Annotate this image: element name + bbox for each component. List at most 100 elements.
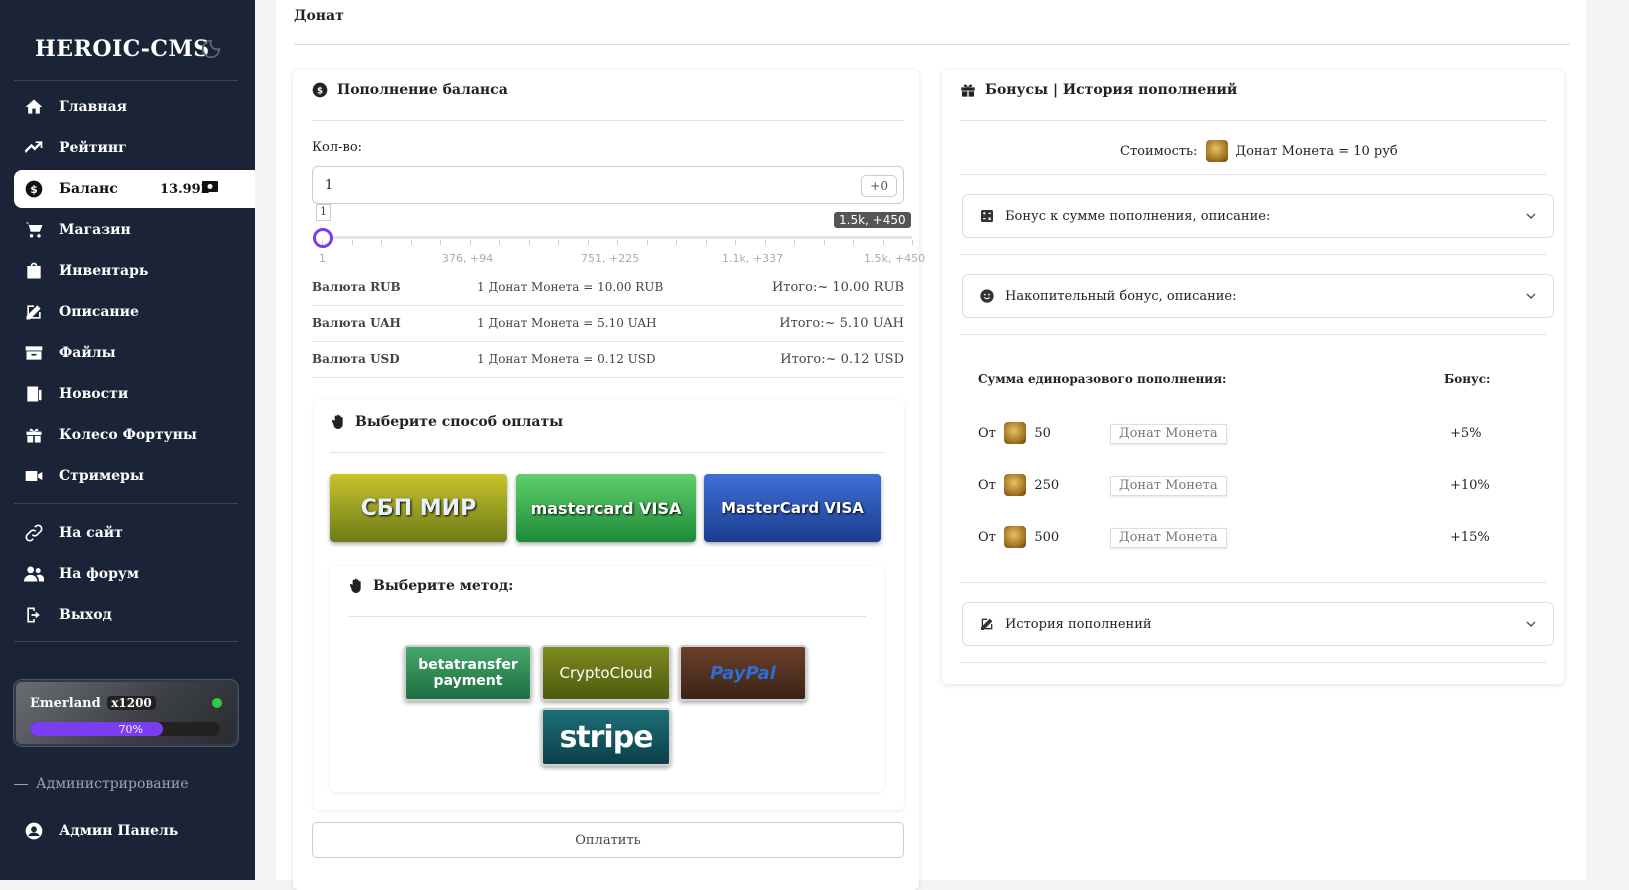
hand-icon — [349, 578, 361, 594]
sidebar-item-label: Главная — [59, 99, 127, 115]
coin-tag: Донат Монета — [1110, 528, 1227, 548]
method-paypal[interactable]: PayPal — [679, 645, 807, 701]
coin-icon — [1004, 422, 1027, 444]
admin-section-heading: Администрирование — [14, 776, 189, 792]
sidebar-link-logout[interactable]: Выход — [14, 596, 254, 634]
slider-tick — [440, 240, 441, 245]
currency-row: Валюта UAH 1 Донат Монета = 5.10 UAH Итого… — [312, 306, 904, 342]
sidebar-link-label: На сайт — [59, 525, 123, 541]
slider-max-label: 1.5k, +450 — [834, 212, 911, 228]
sidebar-item-news[interactable]: Новости — [14, 375, 254, 413]
page-gutter — [1586, 0, 1629, 880]
sidebar-link-forum[interactable]: На форум — [14, 555, 254, 593]
chevron-down-icon — [1526, 621, 1536, 628]
slider-tick-label: 751, +225 — [581, 252, 640, 265]
bonus-row: От 250 — [978, 474, 1059, 496]
amount-slider-track[interactable] — [322, 236, 912, 239]
server-name: Emerland x1200 — [30, 696, 156, 711]
slider-tick-label: 376, +94 — [442, 252, 494, 265]
method-betatransfer[interactable]: betatransfer payment — [404, 645, 532, 701]
server-load-fill: 70% — [30, 722, 163, 736]
chevron-down-icon — [1526, 293, 1536, 300]
link-icon — [23, 522, 45, 544]
bonus-percent: +10% — [1450, 478, 1490, 493]
cart-icon — [23, 219, 45, 241]
smile-icon — [980, 289, 994, 303]
slider-tick — [528, 240, 530, 245]
sidebar-item-rating[interactable]: Рейтинг — [14, 129, 254, 167]
sidebar-item-description[interactable]: Описание — [14, 293, 254, 331]
method-title: Выберите метод: — [348, 578, 513, 594]
sidebar-item-home[interactable]: Главная — [14, 88, 254, 126]
bonus-percent: +15% — [1450, 530, 1490, 545]
bonus-row: От 500 — [978, 526, 1059, 548]
payment-option-visa[interactable]: MasterCard VISA — [704, 474, 881, 542]
sidebar-item-shop[interactable]: Магазин — [14, 211, 254, 249]
slider-value-tip: 1 — [316, 204, 331, 221]
accordion-cumulative-bonus[interactable]: Накопительный бонус, описание: — [962, 274, 1554, 318]
online-indicator — [212, 698, 222, 708]
bonus-row: От 50 — [978, 422, 1051, 444]
method-stripe[interactable]: stripe — [541, 708, 671, 766]
divider — [960, 582, 1546, 583]
coin-icon — [1004, 474, 1027, 496]
bonus-percent: +5% — [1450, 426, 1482, 441]
server-card[interactable]: Emerland x1200 70% — [14, 680, 238, 746]
payment-title: Выберите способ оплаты — [330, 414, 563, 430]
sidebar-item-streamers[interactable]: Стримеры — [14, 457, 254, 495]
divider — [960, 174, 1546, 175]
breadcrumb-divider — [294, 44, 1570, 45]
slider-tick — [912, 240, 913, 245]
gift-icon — [961, 84, 975, 97]
slider-tick — [499, 240, 500, 245]
currency-row: Валюта USD 1 Донат Монета = 0.12 USD Итого… — [312, 342, 904, 378]
divider — [960, 254, 1546, 255]
coin-tag: Донат Монета — [1110, 476, 1227, 496]
sidebar: HEROIC-CMS Главная Рейтинг $ Баланс 13.9… — [0, 0, 255, 880]
qty-bonus-badge: +0 — [861, 175, 897, 197]
slider-tick — [617, 240, 618, 245]
sidebar-link-site[interactable]: На сайт — [14, 514, 254, 552]
dollar-icon: $ — [23, 178, 45, 200]
divider — [312, 120, 904, 121]
payment-option-sbp-mir[interactable]: СБП МИР — [330, 474, 507, 542]
video-icon — [23, 465, 45, 487]
chevron-down-icon — [1526, 213, 1536, 220]
sidebar-divider — [14, 641, 238, 642]
slider-tick — [882, 240, 884, 245]
slider-tick — [735, 240, 736, 245]
sidebar-item-balance[interactable]: $ Баланс 13.992 — [14, 170, 255, 208]
slider-tick — [646, 240, 648, 245]
sidebar-link-label: На форум — [59, 566, 140, 582]
quantity-input[interactable]: 1 +0 — [312, 166, 904, 204]
slider-tick — [469, 240, 471, 245]
method-cryptocloud[interactable]: CryptoCloud — [541, 645, 671, 701]
money-icon — [202, 181, 218, 192]
accordion-bonus-description[interactable]: Бонус к сумме пополнения, описание: — [962, 194, 1554, 238]
sidebar-item-admin[interactable]: Админ Панель — [14, 812, 254, 850]
slider-tick — [764, 240, 766, 245]
sidebar-item-inventory[interactable]: Инвентарь — [14, 252, 254, 290]
sidebar-item-files[interactable]: Файлы — [14, 334, 254, 372]
site-logo[interactable]: HEROIC-CMS — [35, 36, 210, 62]
calculator-icon — [981, 210, 993, 222]
sidebar-item-fortune[interactable]: Колесо Фортуны — [14, 416, 254, 454]
coin-icon — [1004, 526, 1027, 548]
gift-icon — [23, 424, 45, 446]
slider-tick — [853, 240, 854, 245]
slider-tick — [705, 240, 707, 245]
user-circle-icon — [23, 820, 45, 842]
accordion-topup-history[interactable]: История пополнений — [962, 602, 1554, 646]
payment-option-mastercard-visa[interactable]: mastercard VISA — [516, 474, 696, 542]
sidebar-item-label: Описание — [59, 304, 139, 320]
sidebar-divider — [14, 80, 238, 81]
server-load-bar: 70% — [30, 722, 220, 736]
box-icon — [23, 342, 45, 364]
slider-tick-label: 1.5k, +450 — [864, 252, 926, 265]
coin-tag: Донат Монета — [1110, 424, 1227, 444]
amount-slider-handle[interactable] — [313, 228, 333, 248]
moon-icon[interactable] — [200, 38, 222, 60]
divider — [960, 662, 1546, 663]
svg-text:$: $ — [30, 183, 38, 196]
pay-button[interactable]: Оплатить — [312, 822, 904, 858]
